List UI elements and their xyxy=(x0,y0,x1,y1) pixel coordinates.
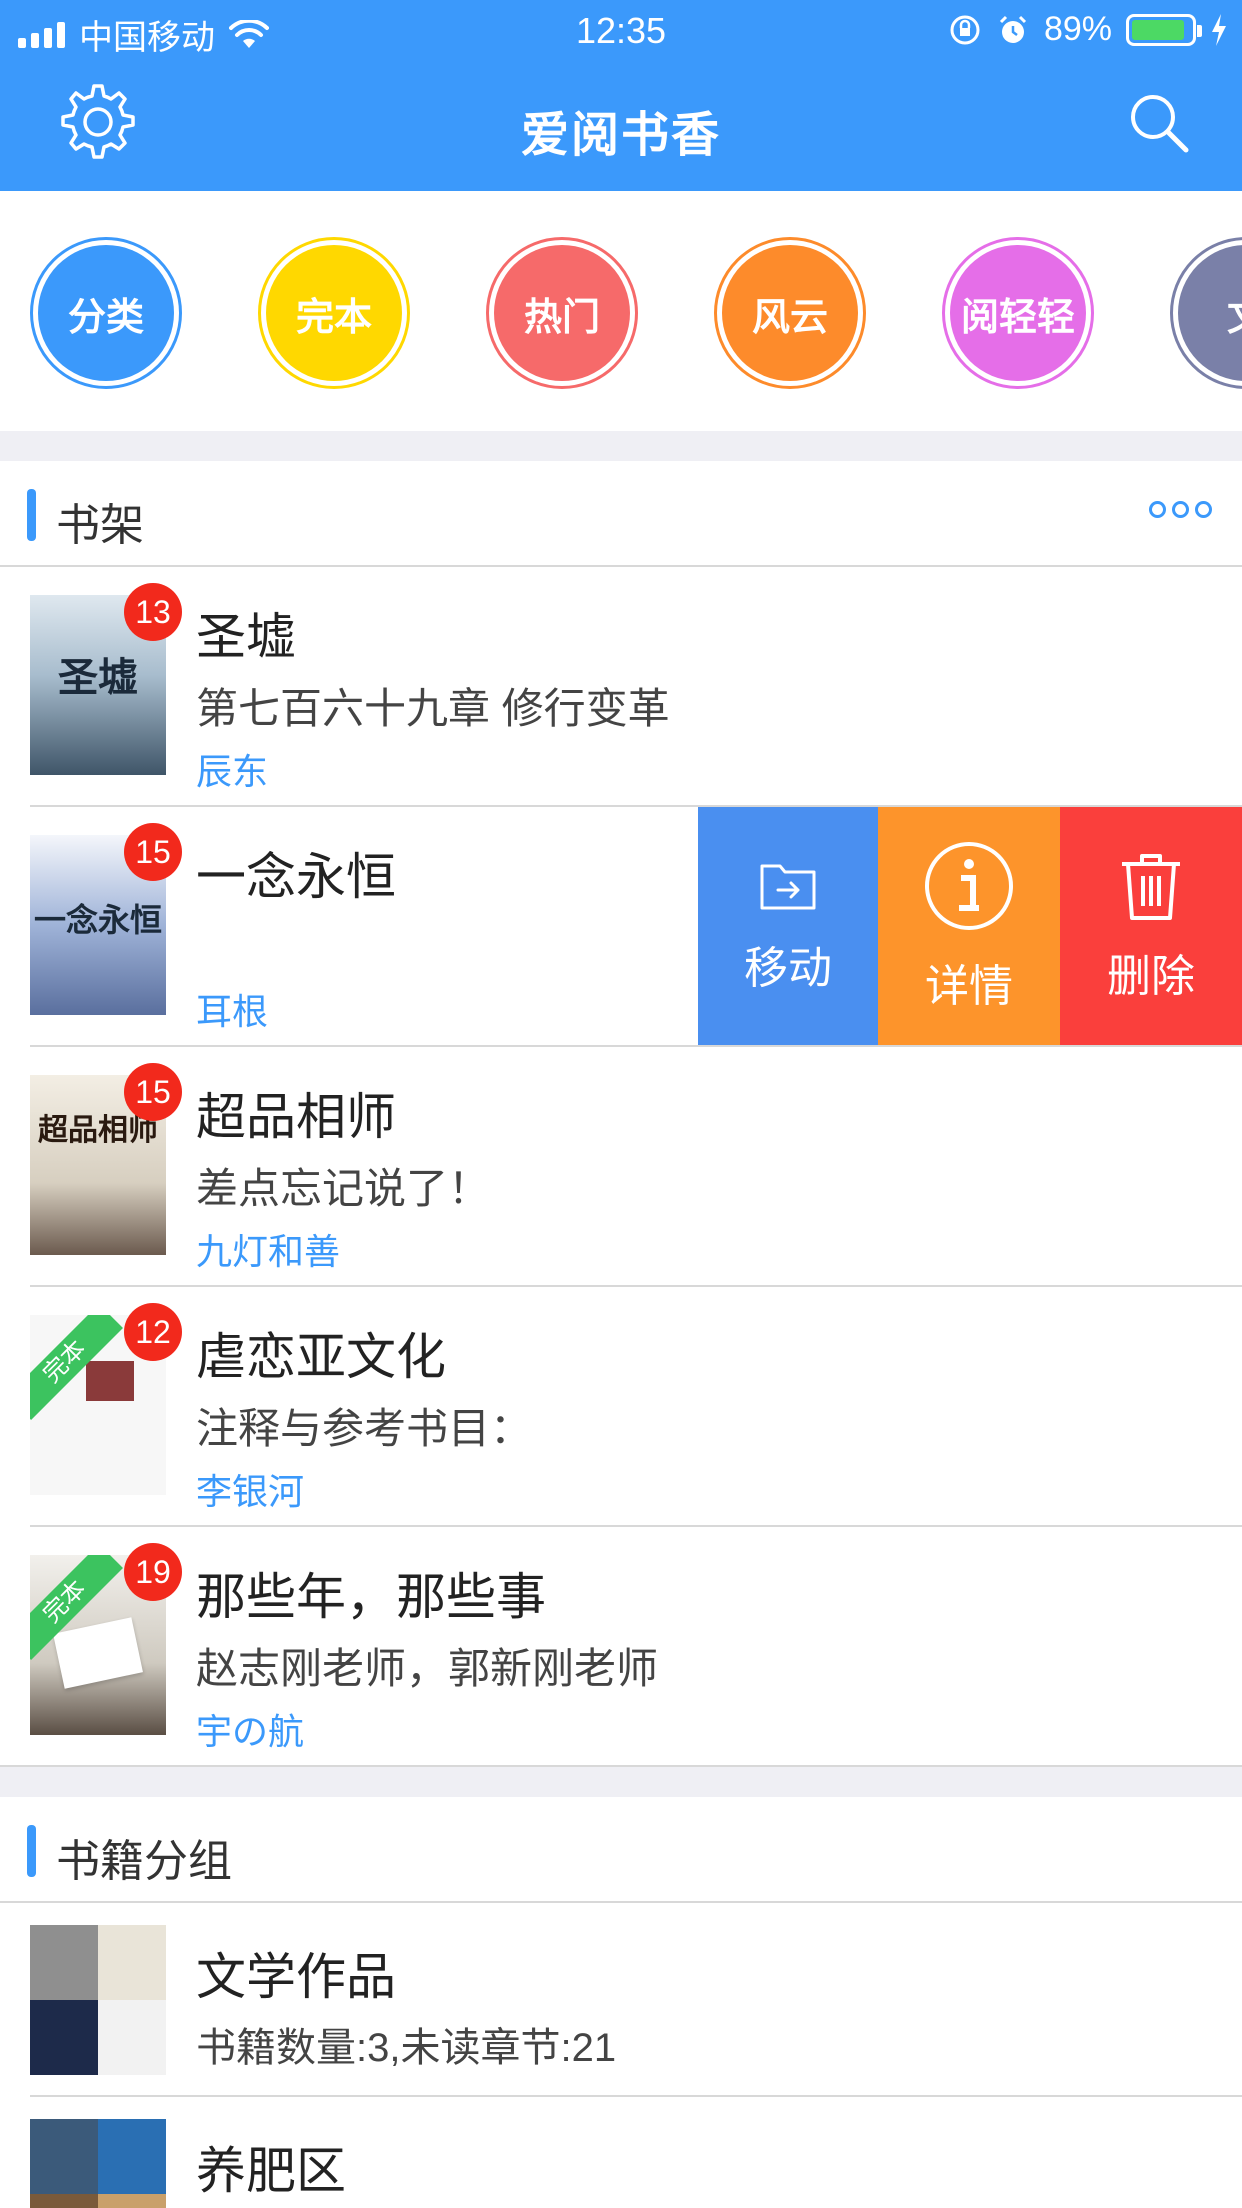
latest-chapter: 注释与参考书目： xyxy=(196,1405,533,1452)
book-title: 那些年，那些事 xyxy=(196,1569,546,1625)
book-author: 李银河 xyxy=(196,1471,305,1512)
delete-button[interactable]: 删除 xyxy=(1060,807,1242,1047)
book-row[interactable]: 完本 19 那些年，那些事 赵志刚老师，郭新刚老师 宇の航 xyxy=(0,1527,1242,1767)
detail-label: 详情 xyxy=(925,962,1013,1011)
rotation-lock-icon xyxy=(950,15,980,44)
battery-icon xyxy=(1126,13,1202,46)
book-title: 虐恋亚文化 xyxy=(196,1329,446,1385)
battery-percent: 89% xyxy=(1043,10,1112,48)
cover-title: 一念永恒 xyxy=(33,901,162,939)
navigation-header: 中国移动 12:35 89% 爱阅书香 xyxy=(0,0,1242,191)
trash-icon xyxy=(1122,854,1180,920)
section-accent xyxy=(27,489,36,541)
book-row[interactable]: 超品相师 15 超品相师 差点忘记说了！ 九灯和善 xyxy=(0,1047,1242,1287)
category-light-read[interactable]: 阅轻轻 xyxy=(942,237,1094,389)
book-row[interactable]: 完本 12 虐恋亚文化 注释与参考书目： 李银河 xyxy=(0,1287,1242,1527)
move-label: 移动 xyxy=(744,944,832,993)
move-button[interactable]: 移动 xyxy=(698,807,878,1047)
latest-chapter: 赵志刚老师，郭新刚老师 xyxy=(196,1645,659,1692)
book-title: 圣墟 xyxy=(196,609,296,665)
alarm-icon xyxy=(999,15,1026,43)
book-row[interactable]: 圣墟 13 圣墟 第七百六十九章 修行变革 辰东 xyxy=(0,567,1242,807)
more-icon[interactable] xyxy=(1149,501,1212,518)
unread-badge: 19 xyxy=(124,1543,182,1601)
delete-label: 删除 xyxy=(1107,952,1195,1001)
battery-fill xyxy=(1132,19,1184,40)
category-completed[interactable]: 完本 xyxy=(258,237,410,389)
cover-title: 圣墟 xyxy=(58,654,138,701)
section-divider xyxy=(0,431,1242,461)
move-folder-icon xyxy=(760,864,816,910)
detail-button[interactable]: 详情 xyxy=(878,807,1060,1047)
category-label: 分类 xyxy=(38,245,174,381)
group-row[interactable]: 文学作品 书籍数量:3,未读章节:21 xyxy=(0,1903,1242,2097)
unread-badge: 15 xyxy=(124,823,182,881)
book-author: 宇の航 xyxy=(196,1711,305,1752)
book-author: 耳根 xyxy=(196,991,269,1032)
group-cover xyxy=(30,1925,166,2075)
unread-badge: 12 xyxy=(124,1303,182,1361)
category-trending[interactable]: 风云 xyxy=(714,237,866,389)
category-literature[interactable]: 文 xyxy=(1170,237,1242,389)
book-title: 一念永恒 xyxy=(196,849,396,905)
category-label: 完本 xyxy=(266,245,402,381)
latest-chapter: 差点忘记说了！ xyxy=(196,1165,491,1212)
search-icon[interactable] xyxy=(1128,92,1190,154)
group-row[interactable]: 养肥区 xyxy=(0,2097,1242,2208)
book-author: 辰东 xyxy=(196,751,269,792)
unread-badge: 15 xyxy=(124,1063,182,1121)
page-title: 爱阅书香 xyxy=(520,109,721,162)
unread-badge: 13 xyxy=(124,583,182,641)
section-divider xyxy=(0,1767,1242,1797)
group-stats: 书籍数量:3,未读章节:21 xyxy=(196,2026,617,2070)
category-hot[interactable]: 热门 xyxy=(486,237,638,389)
status-right: 89% xyxy=(948,10,1228,49)
groups-header: 书籍分组 xyxy=(0,1797,1242,1903)
info-icon xyxy=(925,842,1013,930)
category-bar: 分类 完本 热门 风云 阅轻轻 文 xyxy=(0,191,1242,431)
book-row[interactable]: 一念永恒 15 一念永恒 耳根 移动 详情 删除 xyxy=(0,807,1242,1047)
category-label: 风云 xyxy=(722,245,858,381)
status-bar: 中国移动 12:35 89% xyxy=(0,0,1242,62)
category-classify[interactable]: 分类 xyxy=(30,237,182,389)
bookshelf-header: 书架 xyxy=(0,461,1242,567)
category-label: 文 xyxy=(1178,245,1242,381)
latest-chapter: 第七百六十九章 修行变革 xyxy=(196,685,670,732)
book-author: 九灯和善 xyxy=(196,1231,341,1272)
group-title: 养肥区 xyxy=(196,2143,346,2199)
book-title: 超品相师 xyxy=(196,1089,396,1145)
category-label: 热门 xyxy=(494,245,630,381)
bookshelf-title: 书架 xyxy=(56,501,144,550)
charging-icon xyxy=(1212,13,1226,46)
group-title: 文学作品 xyxy=(196,1949,396,2005)
category-label: 阅轻轻 xyxy=(950,245,1086,381)
group-cover xyxy=(30,2119,166,2208)
groups-title: 书籍分组 xyxy=(56,1837,232,1886)
section-accent xyxy=(27,1825,36,1877)
